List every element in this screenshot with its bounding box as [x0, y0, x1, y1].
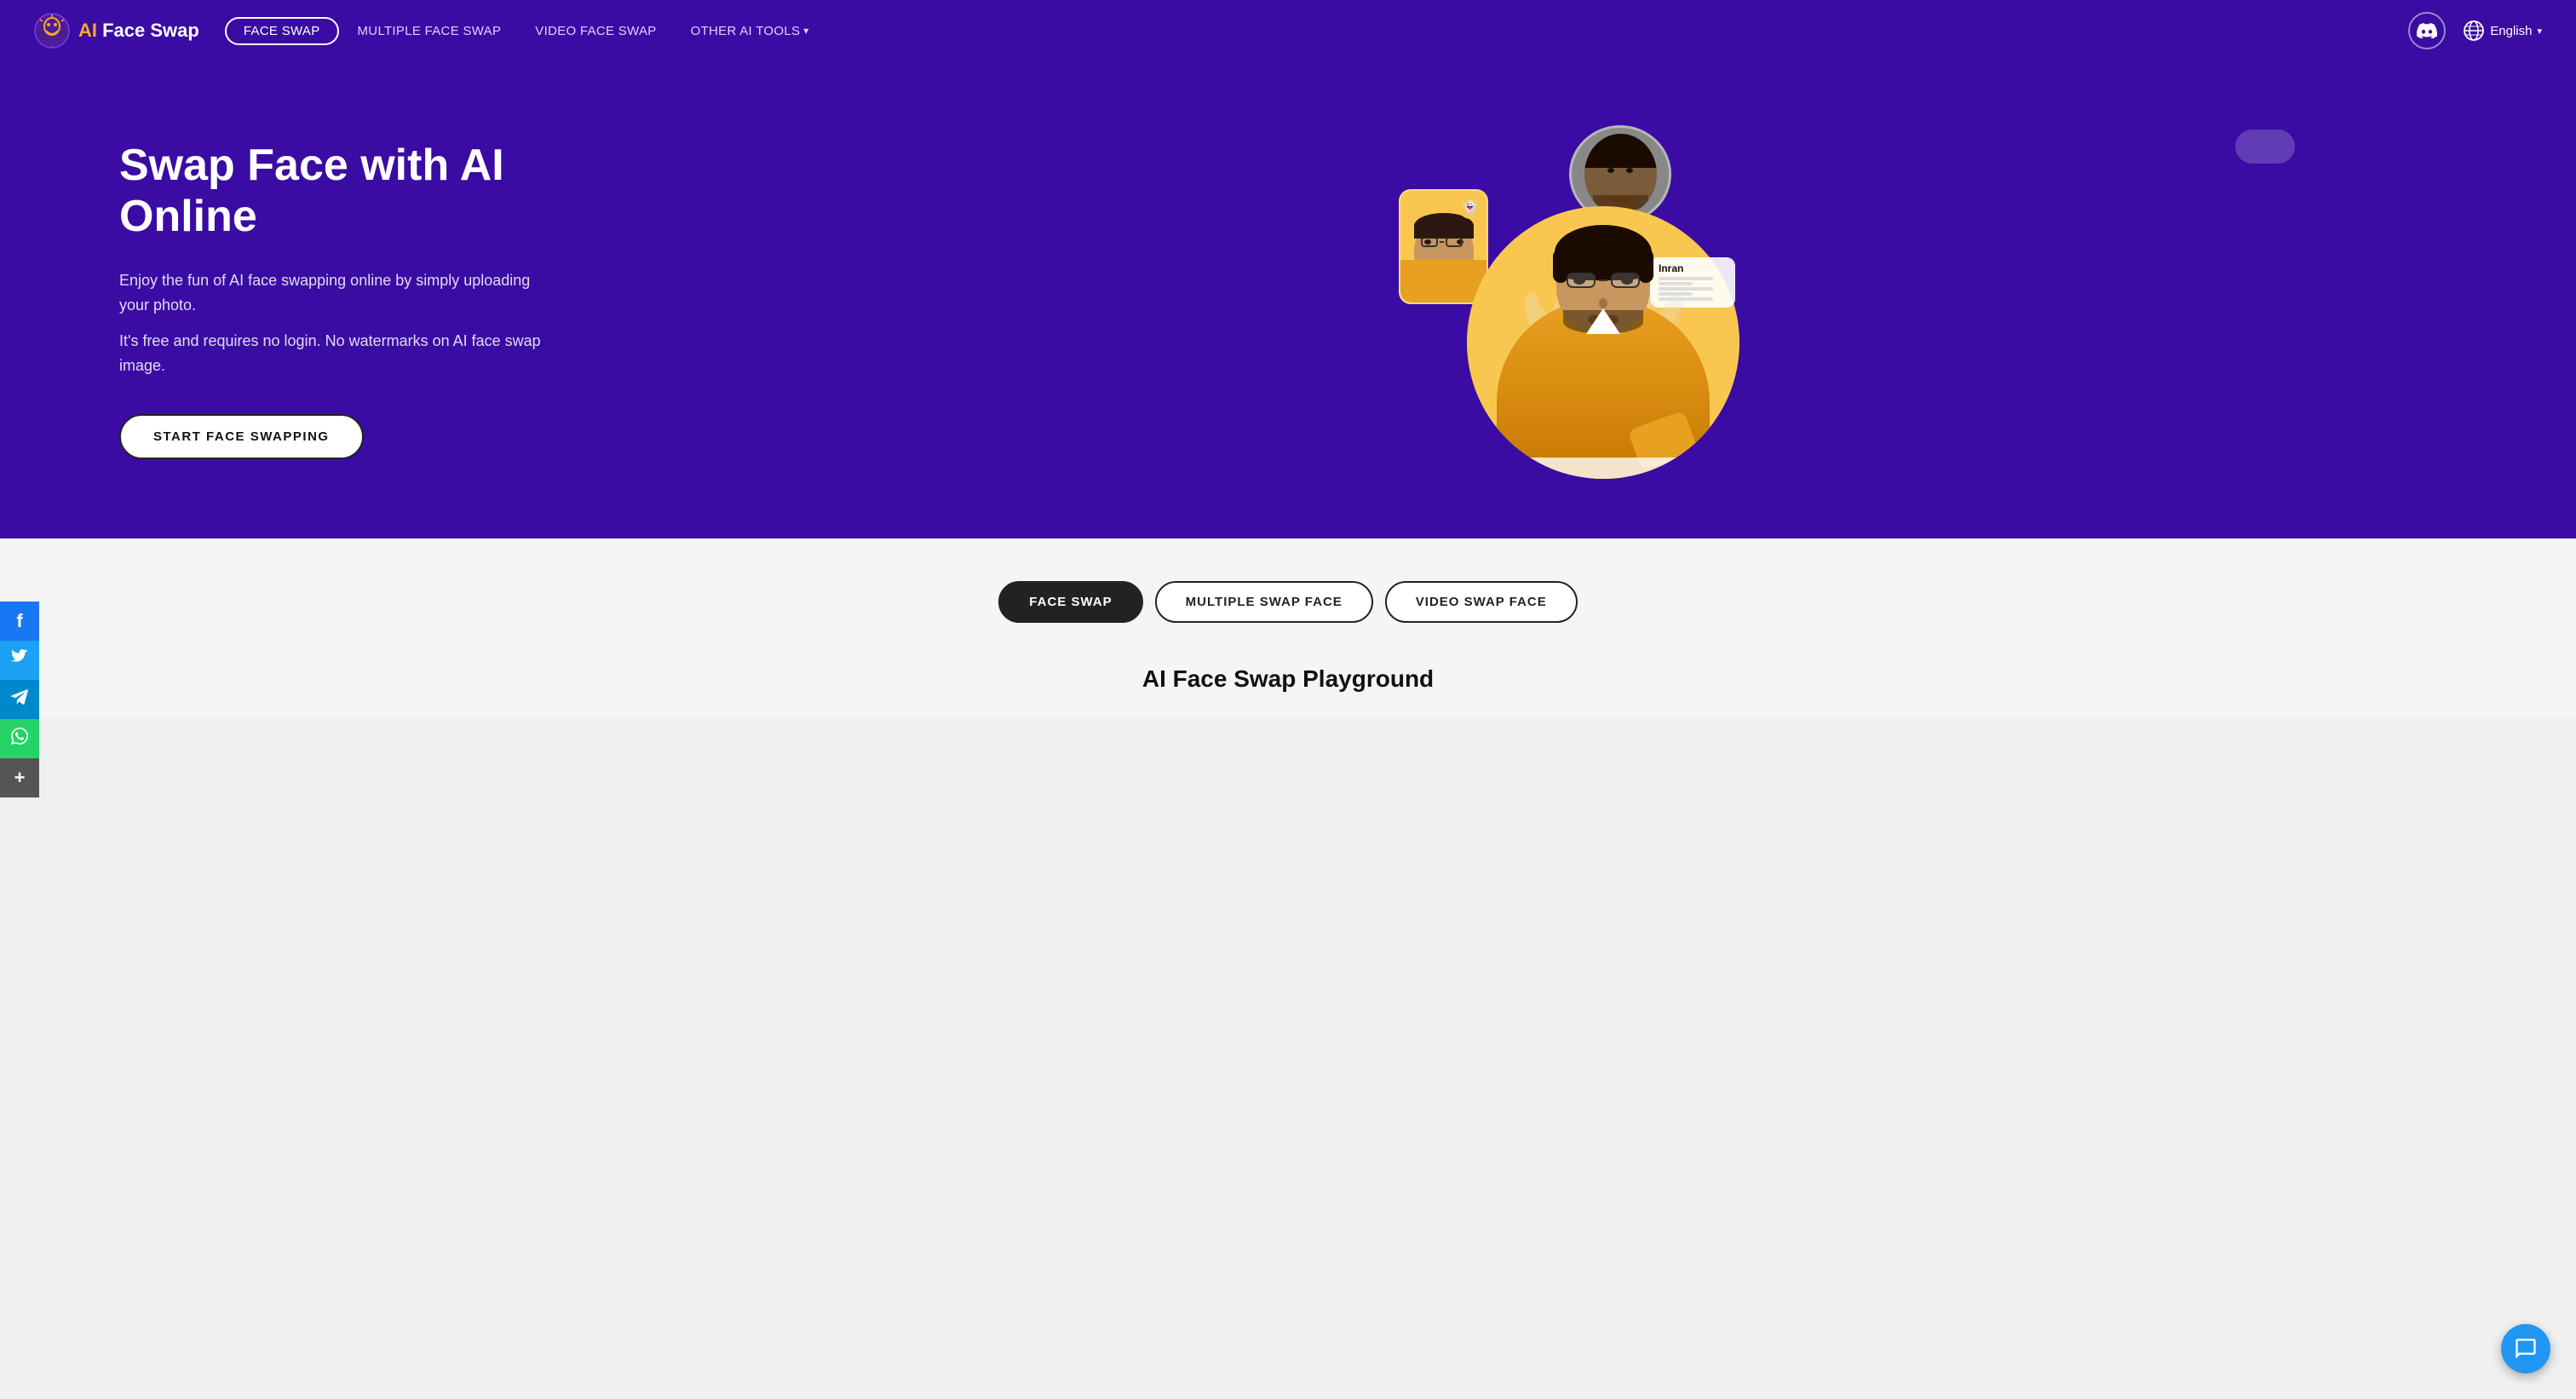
nose-display	[1599, 298, 1607, 308]
shirt-body	[1497, 300, 1710, 479]
section-title: AI Face Swap Playground	[1142, 665, 1434, 693]
twitter-icon	[11, 649, 28, 671]
sideburn-right	[1638, 249, 1653, 283]
hero-section: Swap Face with AI Online Enjoy the fun o…	[0, 61, 2576, 538]
tab-face-swap[interactable]: FACE SWAP	[998, 581, 1142, 623]
glasses-br	[1599, 279, 1607, 281]
whatsapp-share-button[interactable]	[0, 719, 39, 758]
tab-video-swap-face[interactable]: VIDEO SWAP FACE	[1385, 581, 1578, 623]
right-eye	[1626, 168, 1633, 173]
left-eye	[1607, 168, 1614, 173]
glasses-l	[1567, 273, 1596, 288]
hero-content: Swap Face with AI Online Enjoy the fun o…	[119, 141, 630, 459]
hair-shape	[1584, 134, 1657, 168]
twitter-share-button[interactable]	[0, 641, 39, 680]
language-label: English	[2490, 24, 2532, 38]
facebook-icon: f	[16, 610, 22, 632]
eyes-shape	[1607, 168, 1633, 173]
navbar: AI Face Swap FACE SWAP MULTIPLE FACE SWA…	[0, 0, 2576, 61]
nav-links: FACE SWAP MULTIPLE FACE SWAP VIDEO FACE …	[225, 17, 2408, 45]
hero-desc-2: It's free and requires no login. No wate…	[119, 329, 562, 378]
nav-multiple-face-swap[interactable]: MULTIPLE FACE SWAP	[342, 17, 517, 45]
brand-rest-text: Face Swap	[97, 20, 199, 41]
glasses-bridge	[1440, 241, 1444, 243]
discord-button[interactable]	[2408, 12, 2446, 49]
chat-icon	[2514, 1337, 2538, 1361]
main-circle-display: 👻	[1467, 206, 1739, 479]
nav-other-ai-tools[interactable]: OTHER AI TOOLS ▾	[676, 17, 825, 45]
hero-illustration: ➨ 👻	[1399, 121, 1739, 479]
facebook-share-button[interactable]: f	[0, 602, 39, 641]
chat-support-button[interactable]	[2501, 1324, 2550, 1373]
snap-badge: 👻	[1458, 195, 1482, 219]
brand-ai-text: AI	[78, 20, 97, 41]
chevron-down-icon: ▾	[803, 25, 808, 37]
nav-face-swap[interactable]: FACE SWAP	[225, 17, 339, 45]
desk-surface	[1505, 458, 1701, 479]
more-icon: +	[14, 767, 26, 789]
globe-icon	[2463, 20, 2485, 42]
tab-multiple-swap-face[interactable]: MULTIPLE SWAP FACE	[1155, 581, 1373, 623]
discord-icon	[2417, 23, 2437, 38]
tab-group: FACE SWAP MULTIPLE SWAP FACE VIDEO SWAP …	[998, 581, 1577, 623]
language-chevron-icon: ▾	[2537, 26, 2542, 37]
hero-desc-1: Enjoy the fun of AI face swapping online…	[119, 268, 562, 318]
dark-face-illustration	[1584, 134, 1657, 215]
brand-logo[interactable]: AI Face Swap	[34, 13, 199, 49]
logo-icon	[34, 13, 70, 49]
start-face-swapping-button[interactable]: START FACE SWAPPING	[119, 414, 364, 459]
glasses-r	[1611, 273, 1640, 288]
lower-section: FACE SWAP MULTIPLE SWAP FACE VIDEO SWAP …	[0, 538, 2576, 718]
hero-visual: ➨ 👻	[630, 121, 2508, 479]
more-share-button[interactable]: +	[0, 758, 39, 797]
snap-ghost-mini: 👻	[1463, 200, 1477, 215]
telegram-icon	[11, 688, 28, 711]
person-display	[1467, 206, 1739, 479]
hero-title: Swap Face with AI Online	[119, 141, 630, 243]
glasses-display	[1567, 273, 1640, 288]
nav-video-face-swap[interactable]: VIDEO FACE SWAP	[520, 17, 671, 45]
language-selector[interactable]: English ▾	[2463, 20, 2542, 42]
whatsapp-icon	[11, 728, 28, 750]
telegram-share-button[interactable]	[0, 680, 39, 719]
nav-right: English ▾	[2408, 12, 2542, 49]
social-sidebar: f +	[0, 602, 39, 797]
brand-name: AI Face Swap	[78, 20, 199, 42]
